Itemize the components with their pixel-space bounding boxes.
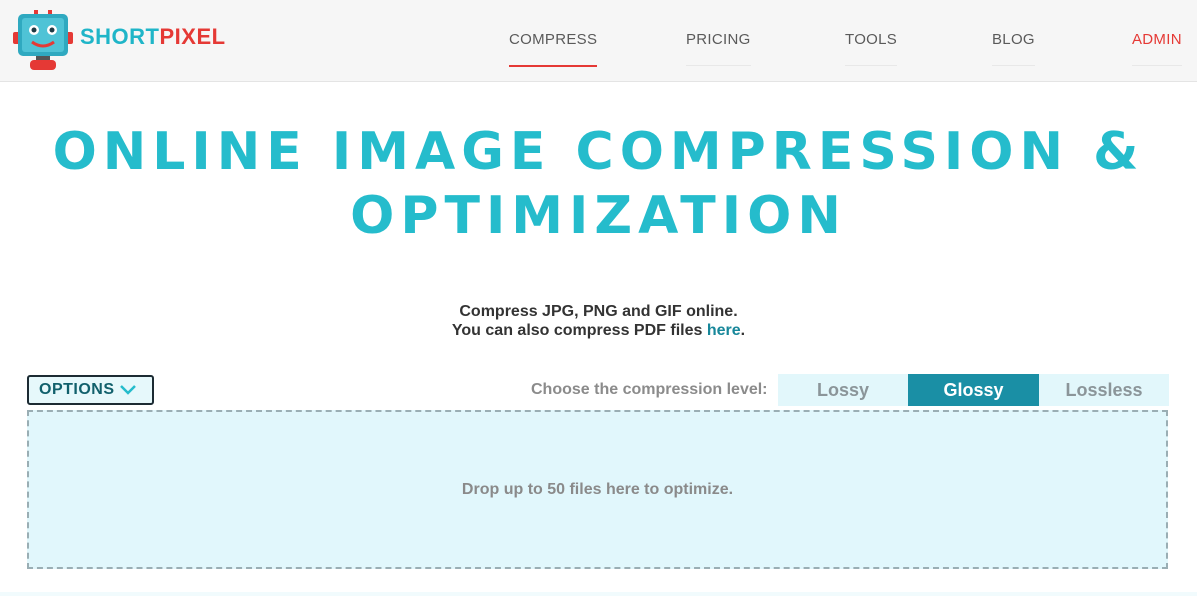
level-lossless[interactable]: Lossless (1039, 374, 1169, 406)
compression-level-selector: Lossy Glossy Lossless (778, 374, 1169, 406)
site-header: SHORTPIXEL COMPRESS PRICING TOOLS BLOG A… (0, 0, 1197, 82)
subtitle-line2-text: You can also compress PDF files (451, 322, 707, 339)
divider (0, 592, 1197, 596)
subtitle-line2-period: . (740, 322, 746, 339)
nav-admin[interactable]: ADMIN (1132, 31, 1182, 66)
level-lossy[interactable]: Lossy (778, 374, 908, 406)
logo-wordmark: SHORTPIXEL (80, 24, 226, 50)
logo[interactable]: SHORTPIXEL (12, 8, 225, 72)
nav-blog[interactable]: BLOG (992, 31, 1035, 66)
file-dropzone[interactable]: Drop up to 50 files here to optimize. (27, 410, 1168, 569)
logo-text-short: SHORT (80, 24, 160, 49)
page-subtitle: Compress JPG, PNG and GIF online. You ca… (0, 302, 1197, 340)
page-title-line1: ONLINE IMAGE COMPRESSION & (52, 122, 1145, 182)
nav-pricing[interactable]: PRICING (686, 31, 751, 66)
nav-tools[interactable]: TOOLS (845, 31, 898, 66)
logo-text-pixel: PIXEL (159, 24, 226, 49)
dropzone-text: Drop up to 50 files here to optimize. (461, 480, 734, 498)
robot-logo-icon (13, 10, 73, 70)
options-label: OPTIONS (39, 381, 115, 398)
compression-level-label: Choose the compression level: (531, 381, 768, 398)
pdf-compress-link[interactable]: here (707, 322, 741, 339)
subtitle-line2: You can also compress PDF files here. (0, 321, 1197, 340)
options-button[interactable]: OPTIONS (27, 375, 154, 405)
page-title: ONLINE IMAGE COMPRESSION & OPTIMIZATION (0, 120, 1197, 248)
subtitle-line1: Compress JPG, PNG and GIF online. (459, 303, 738, 320)
page-title-line2: OPTIMIZATION (350, 186, 847, 246)
chevron-down-icon (119, 385, 136, 395)
nav-compress[interactable]: COMPRESS (509, 31, 598, 67)
level-glossy[interactable]: Glossy (908, 374, 1039, 406)
